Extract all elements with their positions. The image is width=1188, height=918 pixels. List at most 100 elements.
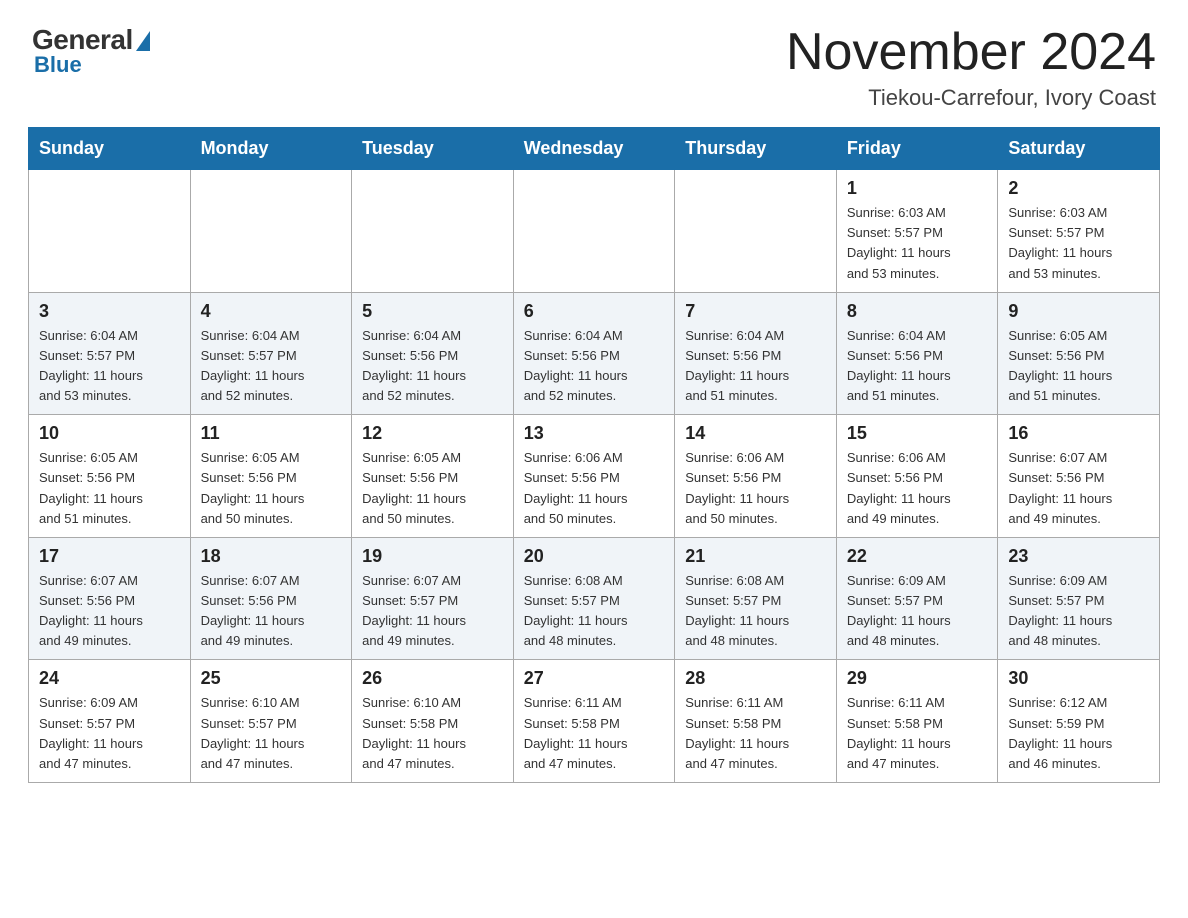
day-cell: 5 Sunrise: 6:04 AM Sunset: 5:56 PM Daylig…: [352, 292, 514, 415]
day-cell: [29, 170, 191, 293]
day-cell: 17 Sunrise: 6:07 AM Sunset: 5:56 PM Dayli…: [29, 537, 191, 660]
day-header-sunday: Sunday: [29, 128, 191, 170]
day-info: Sunrise: 6:04 AM Sunset: 5:56 PM Dayligh…: [847, 326, 988, 407]
day-info: Sunrise: 6:05 AM Sunset: 5:56 PM Dayligh…: [201, 448, 342, 529]
day-info: Sunrise: 6:08 AM Sunset: 5:57 PM Dayligh…: [524, 571, 665, 652]
day-number: 28: [685, 668, 826, 689]
day-cell: [513, 170, 675, 293]
day-info: Sunrise: 6:10 AM Sunset: 5:57 PM Dayligh…: [201, 693, 342, 774]
day-cell: 14 Sunrise: 6:06 AM Sunset: 5:56 PM Dayli…: [675, 415, 837, 538]
day-info: Sunrise: 6:09 AM Sunset: 5:57 PM Dayligh…: [1008, 571, 1149, 652]
day-cell: 1 Sunrise: 6:03 AM Sunset: 5:57 PM Daylig…: [836, 170, 998, 293]
calendar-table: SundayMondayTuesdayWednesdayThursdayFrid…: [28, 127, 1160, 783]
day-number: 9: [1008, 301, 1149, 322]
day-number: 8: [847, 301, 988, 322]
day-cell: 15Sunrise: 6:06 AM Sunset: 5:56 PM Dayli…: [836, 415, 998, 538]
day-info: Sunrise: 6:06 AM Sunset: 5:56 PM Dayligh…: [685, 448, 826, 529]
day-cell: 8 Sunrise: 6:04 AM Sunset: 5:56 PM Daylig…: [836, 292, 998, 415]
day-number: 26: [362, 668, 503, 689]
day-info: Sunrise: 6:04 AM Sunset: 5:57 PM Dayligh…: [201, 326, 342, 407]
day-cell: 20 Sunrise: 6:08 AM Sunset: 5:57 PM Dayli…: [513, 537, 675, 660]
day-cell: 6Sunrise: 6:04 AM Sunset: 5:56 PM Daylig…: [513, 292, 675, 415]
location-title: Tiekou-Carrefour, Ivory Coast: [786, 85, 1156, 111]
day-info: Sunrise: 6:09 AM Sunset: 5:57 PM Dayligh…: [39, 693, 180, 774]
calendar-header: SundayMondayTuesdayWednesdayThursdayFrid…: [29, 128, 1160, 170]
day-info: Sunrise: 6:07 AM Sunset: 5:57 PM Dayligh…: [362, 571, 503, 652]
day-info: Sunrise: 6:11 AM Sunset: 5:58 PM Dayligh…: [685, 693, 826, 774]
week-row-4: 17 Sunrise: 6:07 AM Sunset: 5:56 PM Dayli…: [29, 537, 1160, 660]
day-cell: 29Sunrise: 6:11 AM Sunset: 5:58 PM Dayli…: [836, 660, 998, 783]
day-number: 16: [1008, 423, 1149, 444]
day-cell: 25 Sunrise: 6:10 AM Sunset: 5:57 PM Dayli…: [190, 660, 352, 783]
day-number: 21: [685, 546, 826, 567]
day-cell: 22 Sunrise: 6:09 AM Sunset: 5:57 PM Dayli…: [836, 537, 998, 660]
day-info: Sunrise: 6:11 AM Sunset: 5:58 PM Dayligh…: [524, 693, 665, 774]
day-cell: 19Sunrise: 6:07 AM Sunset: 5:57 PM Dayli…: [352, 537, 514, 660]
day-cell: 18 Sunrise: 6:07 AM Sunset: 5:56 PM Dayli…: [190, 537, 352, 660]
day-number: 5: [362, 301, 503, 322]
day-info: Sunrise: 6:06 AM Sunset: 5:56 PM Dayligh…: [524, 448, 665, 529]
day-info: Sunrise: 6:03 AM Sunset: 5:57 PM Dayligh…: [1008, 203, 1149, 284]
day-cell: 28 Sunrise: 6:11 AM Sunset: 5:58 PM Dayli…: [675, 660, 837, 783]
day-number: 11: [201, 423, 342, 444]
day-number: 12: [362, 423, 503, 444]
day-number: 17: [39, 546, 180, 567]
day-info: Sunrise: 6:04 AM Sunset: 5:56 PM Dayligh…: [362, 326, 503, 407]
day-info: Sunrise: 6:09 AM Sunset: 5:57 PM Dayligh…: [847, 571, 988, 652]
day-cell: 12 Sunrise: 6:05 AM Sunset: 5:56 PM Dayli…: [352, 415, 514, 538]
day-cell: [190, 170, 352, 293]
day-info: Sunrise: 6:05 AM Sunset: 5:56 PM Dayligh…: [362, 448, 503, 529]
calendar-body: 1 Sunrise: 6:03 AM Sunset: 5:57 PM Daylig…: [29, 170, 1160, 783]
day-number: 3: [39, 301, 180, 322]
day-number: 27: [524, 668, 665, 689]
calendar: SundayMondayTuesdayWednesdayThursdayFrid…: [0, 127, 1188, 811]
day-cell: 27 Sunrise: 6:11 AM Sunset: 5:58 PM Dayli…: [513, 660, 675, 783]
day-cell: 11 Sunrise: 6:05 AM Sunset: 5:56 PM Dayli…: [190, 415, 352, 538]
day-cell: 7Sunrise: 6:04 AM Sunset: 5:56 PM Daylig…: [675, 292, 837, 415]
day-number: 23: [1008, 546, 1149, 567]
day-number: 25: [201, 668, 342, 689]
week-row-5: 24 Sunrise: 6:09 AM Sunset: 5:57 PM Dayli…: [29, 660, 1160, 783]
day-cell: 10Sunrise: 6:05 AM Sunset: 5:56 PM Dayli…: [29, 415, 191, 538]
day-number: 30: [1008, 668, 1149, 689]
day-number: 1: [847, 178, 988, 199]
header-row: SundayMondayTuesdayWednesdayThursdayFrid…: [29, 128, 1160, 170]
day-number: 22: [847, 546, 988, 567]
day-info: Sunrise: 6:11 AM Sunset: 5:58 PM Dayligh…: [847, 693, 988, 774]
day-header-wednesday: Wednesday: [513, 128, 675, 170]
day-cell: 24 Sunrise: 6:09 AM Sunset: 5:57 PM Dayli…: [29, 660, 191, 783]
day-info: Sunrise: 6:07 AM Sunset: 5:56 PM Dayligh…: [201, 571, 342, 652]
day-number: 20: [524, 546, 665, 567]
logo: General Blue: [32, 24, 150, 78]
day-number: 13: [524, 423, 665, 444]
day-number: 6: [524, 301, 665, 322]
day-header-monday: Monday: [190, 128, 352, 170]
day-number: 18: [201, 546, 342, 567]
day-cell: 2 Sunrise: 6:03 AM Sunset: 5:57 PM Daylig…: [998, 170, 1160, 293]
day-number: 2: [1008, 178, 1149, 199]
day-cell: 23 Sunrise: 6:09 AM Sunset: 5:57 PM Dayli…: [998, 537, 1160, 660]
month-title: November 2024: [786, 24, 1156, 81]
day-cell: 13 Sunrise: 6:06 AM Sunset: 5:56 PM Dayli…: [513, 415, 675, 538]
day-info: Sunrise: 6:07 AM Sunset: 5:56 PM Dayligh…: [39, 571, 180, 652]
logo-triangle-icon: [136, 31, 150, 51]
day-cell: 21 Sunrise: 6:08 AM Sunset: 5:57 PM Dayli…: [675, 537, 837, 660]
day-number: 24: [39, 668, 180, 689]
day-info: Sunrise: 6:12 AM Sunset: 5:59 PM Dayligh…: [1008, 693, 1149, 774]
day-header-thursday: Thursday: [675, 128, 837, 170]
day-cell: 3Sunrise: 6:04 AM Sunset: 5:57 PM Daylig…: [29, 292, 191, 415]
day-header-tuesday: Tuesday: [352, 128, 514, 170]
day-cell: 4 Sunrise: 6:04 AM Sunset: 5:57 PM Daylig…: [190, 292, 352, 415]
day-info: Sunrise: 6:07 AM Sunset: 5:56 PM Dayligh…: [1008, 448, 1149, 529]
day-number: 7: [685, 301, 826, 322]
day-header-friday: Friday: [836, 128, 998, 170]
week-row-2: 3 Sunrise: 6:04 AM Sunset: 5:57 PM Daylig…: [29, 292, 1160, 415]
day-info: Sunrise: 6:08 AM Sunset: 5:57 PM Dayligh…: [685, 571, 826, 652]
day-cell: 30 Sunrise: 6:12 AM Sunset: 5:59 PM Dayli…: [998, 660, 1160, 783]
day-number: 4: [201, 301, 342, 322]
day-cell: 16 Sunrise: 6:07 AM Sunset: 5:56 PM Dayli…: [998, 415, 1160, 538]
day-info: Sunrise: 6:03 AM Sunset: 5:57 PM Dayligh…: [847, 203, 988, 284]
logo-blue-text: Blue: [34, 52, 82, 78]
day-number: 14: [685, 423, 826, 444]
week-row-3: 10Sunrise: 6:05 AM Sunset: 5:56 PM Dayli…: [29, 415, 1160, 538]
